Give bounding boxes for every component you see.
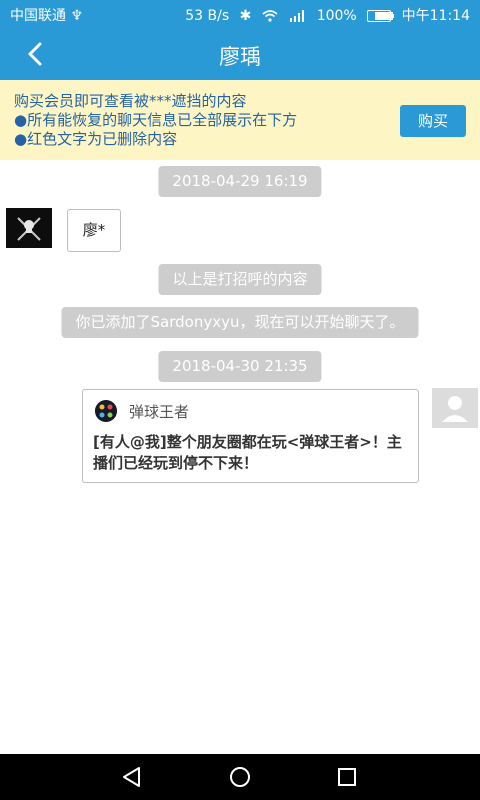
game-app-icon: [95, 400, 117, 422]
status-bar: 中国联通 ♆ 53 B/s ✱ 100% 中午11:14: [0, 0, 480, 28]
card-app-name: 弹球王者: [129, 403, 190, 421]
nav-recents-button[interactable]: [333, 763, 361, 791]
back-triangle-icon: [123, 767, 140, 787]
contact-avatar[interactable]: [6, 208, 52, 248]
card-text: [有人@我]整个朋友圈都在玩<弹球王者>！主播们已经玩到停不下来！: [93, 433, 402, 472]
greeting-notice: 以上是打招呼的内容: [158, 264, 322, 295]
network-speed: 53 B/s: [185, 8, 230, 24]
nav-back-button[interactable]: [118, 763, 146, 791]
banner-line-3: ●红色文字为已删除内容: [14, 130, 178, 148]
banner-line-1: 购买会员即可查看被***遮挡的内容: [14, 92, 247, 110]
person-icon: [442, 396, 468, 422]
title-bar: 廖瑀: [0, 28, 480, 80]
added-notice: 你已添加了Sardonyxyu，现在可以开始聊天了。: [61, 307, 419, 338]
home-circle-icon: [230, 767, 250, 787]
buy-button[interactable]: 购买: [400, 105, 466, 137]
recents-square-icon: [338, 768, 356, 786]
my-avatar[interactable]: [432, 388, 478, 428]
banner-line-2: ●所有能恢复的聊天信息已全部展示在下方: [14, 111, 298, 129]
bluetooth-icon: ✱: [239, 8, 252, 24]
status-right: 53 B/s ✱ 100% 中午11:14: [179, 5, 470, 25]
page-title: 廖瑀: [219, 45, 261, 69]
carrier-label: 中国联通 ♆: [10, 8, 84, 24]
battery-percent: 100%: [316, 8, 357, 24]
4g-signal-icon: [288, 8, 310, 24]
nav-home-button[interactable]: [226, 763, 254, 791]
clock: 中午11:14: [401, 8, 470, 24]
timestamp-2: 2018-04-30 21:35: [158, 351, 322, 382]
battery-fill: [375, 12, 394, 20]
skull-crossbones-icon: [17, 217, 41, 241]
message-bubble[interactable]: 廖*: [67, 209, 121, 252]
battery-icon: [367, 10, 395, 22]
timestamp-1: 2018-04-29 16:19: [158, 166, 322, 197]
banner-text: 购买会员即可查看被***遮挡的内容 ●所有能恢复的聊天信息已全部展示在下方 ●红…: [14, 92, 297, 149]
vip-banner: 购买会员即可查看被***遮挡的内容 ●所有能恢复的聊天信息已全部展示在下方 ●红…: [0, 80, 480, 160]
share-card[interactable]: 弹球王者 [有人@我]整个朋友圈都在玩<弹球王者>！主播们已经玩到停不下来！: [82, 389, 419, 483]
system-nav-bar: [0, 754, 480, 800]
wifi-icon: [262, 8, 282, 24]
